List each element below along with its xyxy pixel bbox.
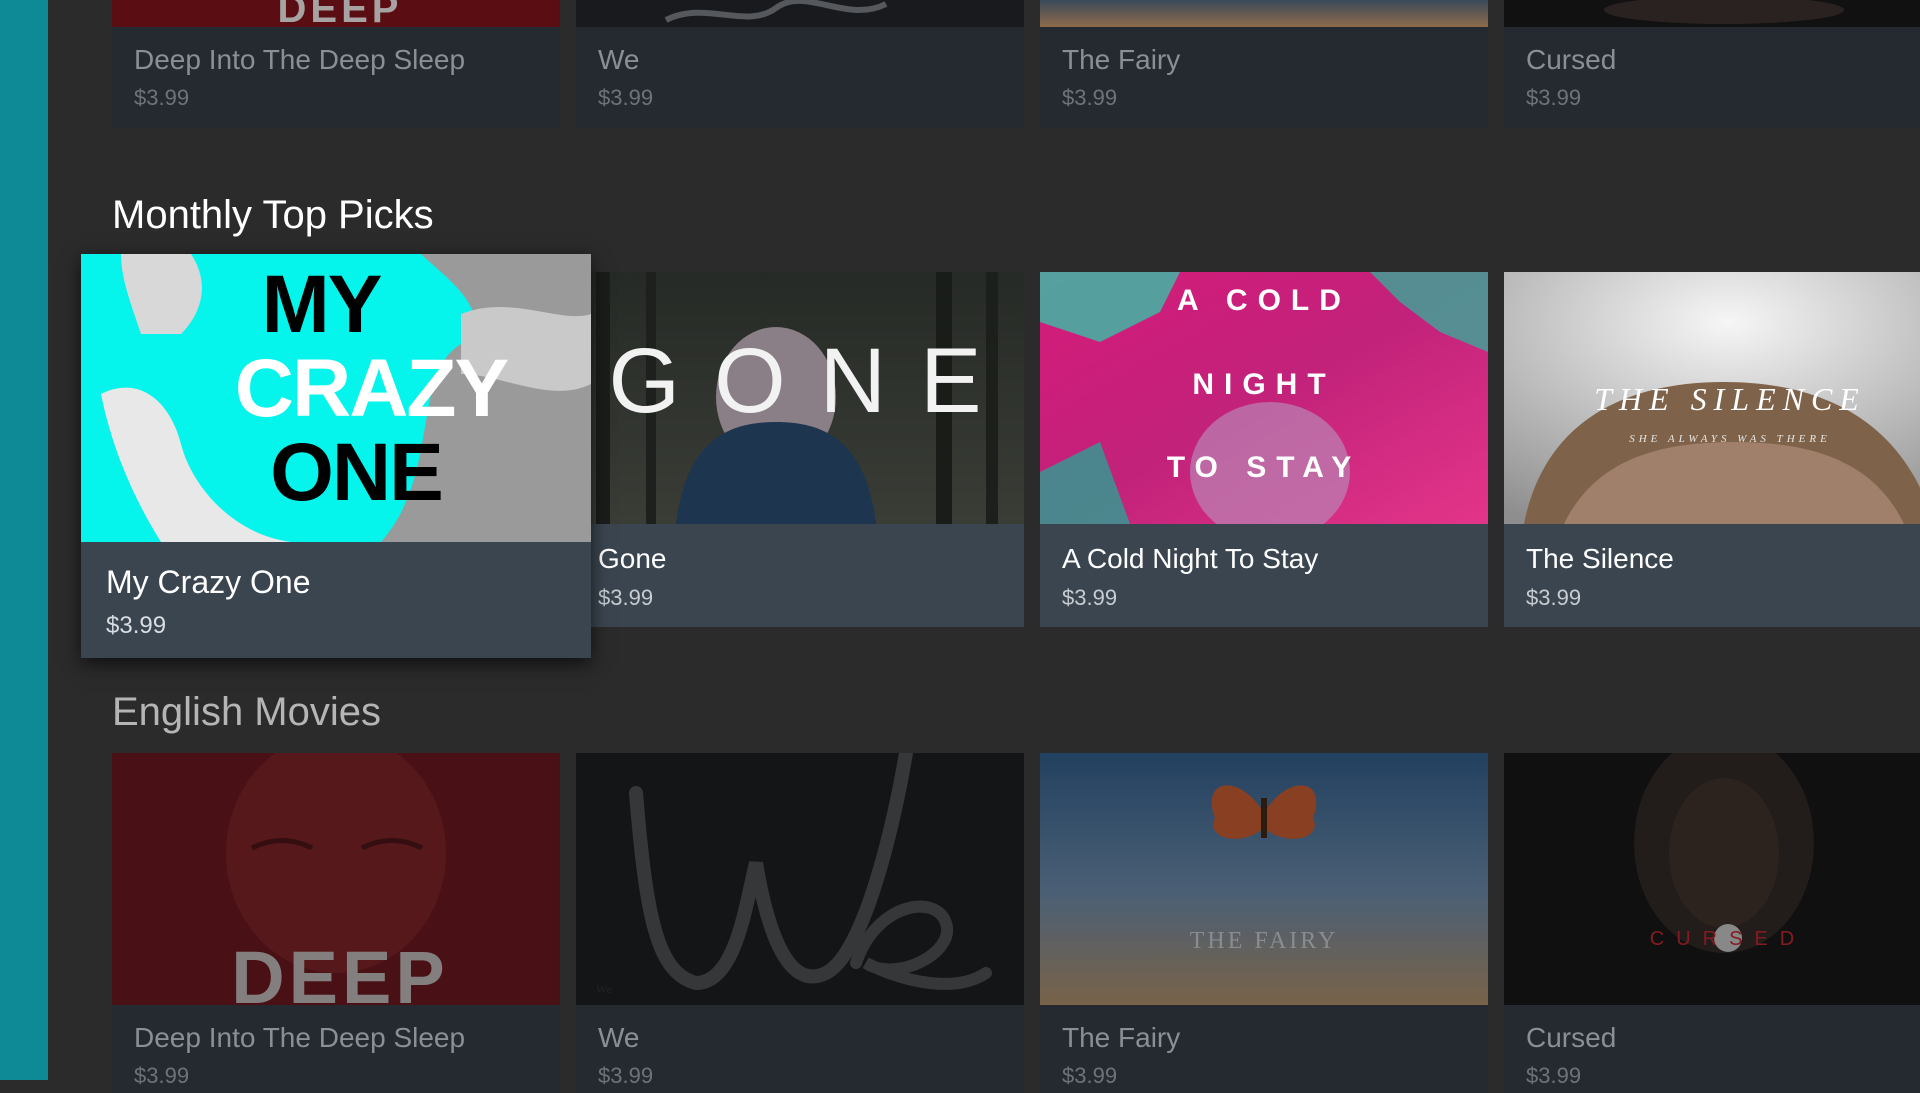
movie-poster: CURSED [1504,753,1920,1005]
movie-title: Deep Into The Deep Sleep [134,44,466,75]
movie-poster [576,0,1024,27]
movie-price: $3.99 [1526,85,1582,110]
movie-poster: MY CRAZY ONE [81,254,591,542]
movie-price: $3.99 [1062,85,1118,110]
poster-line: TO STAY [1167,451,1361,484]
movie-price: $3.99 [134,1063,190,1088]
poster-tagline: SHE ALWAYS WAS THERE [1629,433,1831,445]
movie-title: A Cold Night To Stay [1062,543,1319,574]
movie-poster [1504,0,1920,27]
movie-price: $3.99 [1526,1063,1582,1088]
movie-card-the-silence[interactable]: THE SILENCE SHE ALWAYS WAS THERE The Sil… [1504,272,1920,627]
movie-card-cursed[interactable]: Cursed $3.99 [1504,0,1920,128]
movie-title: The Silence [1526,543,1674,574]
movie-poster: A COLD NIGHT TO STAY [1040,272,1488,524]
movie-title: Gone [598,543,667,574]
movie-card-deep-into-the-deep-sleep[interactable]: DEEP Deep Into The Deep Sleep $3.99 [112,0,560,128]
poster-line: A COLD [1177,284,1351,317]
poster-text: We [596,982,612,996]
movie-price: $3.99 [106,612,167,639]
row-title-monthly-top-picks: Monthly Top Picks [112,193,434,237]
movie-card-we[interactable]: We $3.99 [576,0,1024,128]
movie-poster: DEEP [112,0,560,27]
movie-card-my-crazy-one[interactable]: MY CRAZY ONE My Crazy One $3.99 [81,254,591,658]
movie-title: Cursed [1526,1022,1617,1053]
movie-title: We [598,1022,640,1053]
movie-price: $3.99 [598,1063,654,1088]
poster-text: CURSED [1650,928,1806,950]
poster-text: THE SILENCE [1594,381,1866,417]
movie-title: Deep Into The Deep Sleep [134,1022,466,1053]
movie-poster: THE FAIRY [1040,753,1488,1005]
movie-card-deep-into-the-deep-sleep[interactable]: DEEP Deep Into The Deep Sleep $3.99 [112,753,560,1093]
poster-line: ONE [270,427,442,518]
movie-poster: GONE [576,272,1024,524]
movie-poster: We [576,753,1024,1005]
movie-price: $3.99 [598,585,654,610]
poster-line: CRAZY [235,343,509,434]
movie-price: $3.99 [598,85,654,110]
poster-text: DEEP [278,0,403,27]
poster-line: NIGHT [1192,368,1335,401]
movie-title: The Fairy [1062,44,1181,75]
movie-title: My Crazy One [106,564,311,600]
movie-price: $3.99 [1062,1063,1118,1088]
poster-text: DEEP [231,936,449,1005]
movie-title: The Fairy [1062,1022,1181,1053]
movie-poster: THE SILENCE SHE ALWAYS WAS THERE [1504,272,1920,524]
movie-poster [1040,0,1488,27]
movie-card-gone[interactable]: GONE Gone $3.99 [576,272,1024,627]
movie-price: $3.99 [134,85,190,110]
movie-card-the-fairy[interactable]: THE FAIRY The Fairy $3.99 [1040,753,1488,1093]
movie-card-a-cold-night-to-stay[interactable]: A COLD NIGHT TO STAY A Cold Night To Sta… [1040,272,1488,627]
movie-card-cursed[interactable]: CURSED Cursed $3.99 [1504,753,1920,1093]
row-title-english-movies: English Movies [112,690,382,734]
movie-card-we[interactable]: We We $3.99 [576,753,1024,1093]
side-rail [0,0,48,1080]
movie-price: $3.99 [1062,585,1118,610]
movie-poster: DEEP [112,753,560,1005]
movie-card-the-fairy[interactable]: The Fairy $3.99 [1040,0,1488,128]
poster-text: GONE [609,330,1016,432]
movie-title: We [598,44,640,75]
movie-price: $3.99 [1526,585,1582,610]
poster-line: MY [262,259,382,350]
movie-title: Cursed [1526,44,1617,75]
poster-text: THE FAIRY [1190,928,1339,954]
